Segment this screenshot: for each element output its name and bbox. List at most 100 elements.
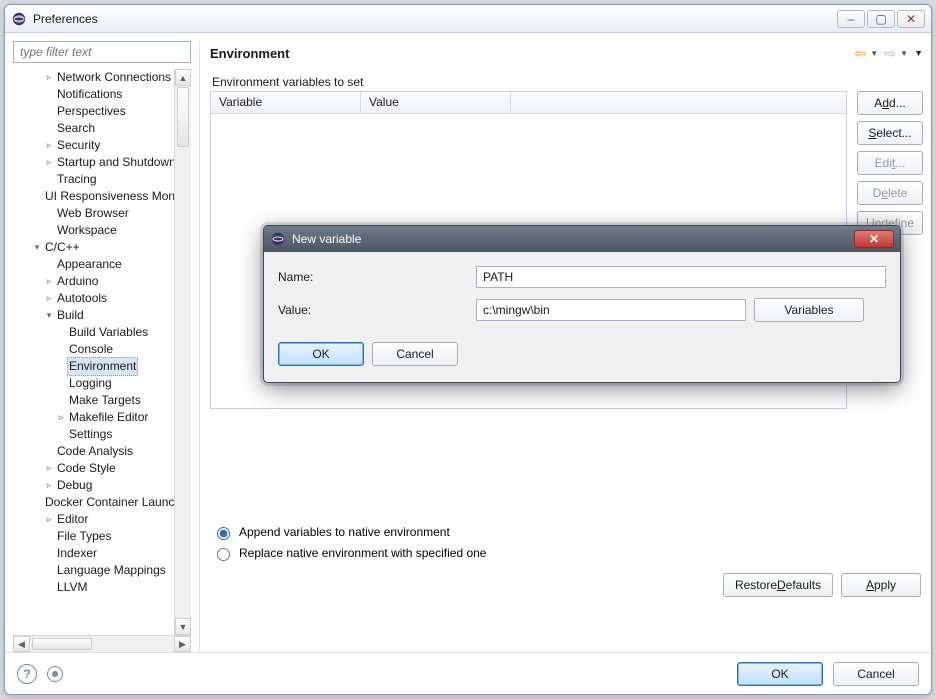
tree-item[interactable]: Build Variables — [13, 324, 191, 341]
expand-icon[interactable]: ▹ — [55, 409, 67, 426]
variables-button[interactable]: Variables — [754, 298, 864, 322]
tree-item-label: Web Browser — [55, 205, 131, 222]
tree-item[interactable]: Environment — [13, 358, 191, 375]
minimize-button[interactable]: – — [837, 10, 865, 28]
tree-item[interactable]: Logging — [13, 375, 191, 392]
dialog-title: New variable — [292, 232, 361, 246]
tree-item[interactable]: LLVM — [13, 579, 191, 596]
preferences-tree-panel: ▹Network ConnectionsNotificationsPerspec… — [13, 41, 191, 652]
table-header: Variable Value — [211, 92, 846, 114]
expand-icon[interactable]: ▹ — [43, 137, 55, 154]
cancel-button[interactable]: Cancel — [833, 662, 919, 686]
expand-icon[interactable]: ▹ — [43, 460, 55, 477]
tree-item[interactable]: Appearance — [13, 256, 191, 273]
tree-item[interactable]: Web Browser — [13, 205, 191, 222]
tree-item-label: Code Analysis — [55, 443, 135, 460]
dialog-cancel-button[interactable]: Cancel — [372, 342, 458, 366]
filter-input[interactable] — [13, 41, 191, 63]
expand-icon[interactable]: ▾ — [43, 307, 55, 324]
eclipse-icon — [270, 231, 286, 247]
tree-item-label: Search — [55, 120, 97, 137]
ok-button[interactable]: OK — [737, 662, 823, 686]
tree-item[interactable]: Make Targets — [13, 392, 191, 409]
tree-scrollbar-vertical[interactable]: ▲▼ — [174, 69, 191, 635]
delete-button[interactable]: Delete — [857, 181, 923, 205]
oomph-icon[interactable] — [47, 666, 63, 682]
close-button[interactable]: ✕ — [897, 10, 925, 28]
tree-item[interactable]: Language Mappings — [13, 562, 191, 579]
tree-item[interactable]: ▹Network Connections — [13, 69, 191, 86]
tree-item[interactable]: ▹Security — [13, 137, 191, 154]
tree-item-label: Build Variables — [67, 324, 150, 341]
radio-replace[interactable] — [217, 548, 230, 561]
nav-forward-button[interactable]: ⇨▼ — [882, 45, 908, 61]
expand-icon[interactable]: ▹ — [43, 154, 55, 171]
expand-icon[interactable]: ▹ — [43, 69, 55, 86]
tree-item-label: Autotools — [55, 290, 109, 307]
nav-back-button[interactable]: ⇦▼ — [852, 45, 878, 61]
restore-defaults-button[interactable]: Restore Defaults — [723, 573, 833, 597]
tree-item[interactable]: ▾Build — [13, 307, 191, 324]
tree-item[interactable]: ▹Code Style — [13, 460, 191, 477]
tree-item-label: C/C++ — [43, 239, 82, 256]
edit-button[interactable]: Edit... — [857, 151, 923, 175]
name-input[interactable] — [476, 266, 886, 288]
new-variable-dialog: New variable ✕ Name: Value: Variables OK… — [263, 225, 901, 383]
dialog-ok-button[interactable]: OK — [278, 342, 364, 366]
tree-item[interactable]: UI Responsiveness Monitoring — [13, 188, 191, 205]
page-menu-button[interactable]: ▼ — [914, 48, 923, 58]
value-input[interactable] — [476, 299, 746, 321]
tree-item[interactable]: Settings — [13, 426, 191, 443]
select-button[interactable]: Select... — [857, 121, 923, 145]
expand-icon[interactable]: ▹ — [43, 477, 55, 494]
section-label: Environment variables to set — [212, 75, 923, 89]
expand-icon[interactable]: ▹ — [43, 273, 55, 290]
tree-item-label: Language Mappings — [55, 562, 168, 579]
tree-item[interactable]: Indexer — [13, 545, 191, 562]
tree-item-label: Make Targets — [67, 392, 143, 409]
dialog-close-button[interactable]: ✕ — [854, 230, 894, 248]
maximize-button[interactable]: ▢ — [867, 10, 895, 28]
tree-item-label: Console — [67, 341, 115, 358]
dialog-titlebar: New variable ✕ — [264, 226, 900, 252]
apply-button[interactable]: Apply — [841, 573, 921, 597]
tree-item[interactable]: Workspace — [13, 222, 191, 239]
tree-item[interactable]: Perspectives — [13, 103, 191, 120]
tree-item-label: Code Style — [55, 460, 118, 477]
tree-item-label: LLVM — [55, 579, 89, 596]
tree-scrollbar-horizontal[interactable]: ◀▶ — [13, 635, 191, 652]
tree-item-label: Build — [55, 307, 86, 324]
radio-append[interactable] — [217, 527, 230, 540]
expand-icon[interactable]: ▹ — [43, 290, 55, 307]
tree-item-label: Environment — [67, 357, 138, 376]
tree-item[interactable]: Code Analysis — [13, 443, 191, 460]
tree-item[interactable]: File Types — [13, 528, 191, 545]
tree-item[interactable]: ▾C/C++ — [13, 239, 191, 256]
tree-item-label: Perspectives — [55, 103, 128, 120]
radio-replace-label: Replace native environment with specifie… — [239, 546, 486, 560]
preferences-tree[interactable]: ▹Network ConnectionsNotificationsPerspec… — [13, 69, 191, 635]
tree-item[interactable]: Notifications — [13, 86, 191, 103]
tree-item-label: File Types — [55, 528, 113, 545]
tree-item[interactable]: Tracing — [13, 171, 191, 188]
tree-item-label: Logging — [67, 375, 114, 392]
tree-item[interactable]: ▹Autotools — [13, 290, 191, 307]
col-value[interactable]: Value — [361, 92, 511, 113]
help-icon[interactable]: ? — [17, 664, 37, 684]
tree-item[interactable]: Search — [13, 120, 191, 137]
tree-item-label: Indexer — [55, 545, 99, 562]
tree-item[interactable]: ▹Editor — [13, 511, 191, 528]
tree-item[interactable]: ▹Arduino — [13, 273, 191, 290]
add-button[interactable]: Add... — [857, 91, 923, 115]
tree-item[interactable]: Console — [13, 341, 191, 358]
arrow-forward-icon: ⇨ — [882, 45, 898, 61]
tree-item[interactable]: ▹Startup and Shutdown — [13, 154, 191, 171]
expand-icon[interactable]: ▹ — [43, 511, 55, 528]
tree-item[interactable]: ▹Debug — [13, 477, 191, 494]
col-variable[interactable]: Variable — [211, 92, 361, 113]
tree-item-label: Tracing — [55, 171, 99, 188]
tree-item[interactable]: Docker Container Launcher — [13, 494, 191, 511]
tree-item[interactable]: ▹Makefile Editor — [13, 409, 191, 426]
tree-item-label: Network Connections — [55, 69, 173, 86]
expand-icon[interactable]: ▾ — [31, 239, 43, 256]
